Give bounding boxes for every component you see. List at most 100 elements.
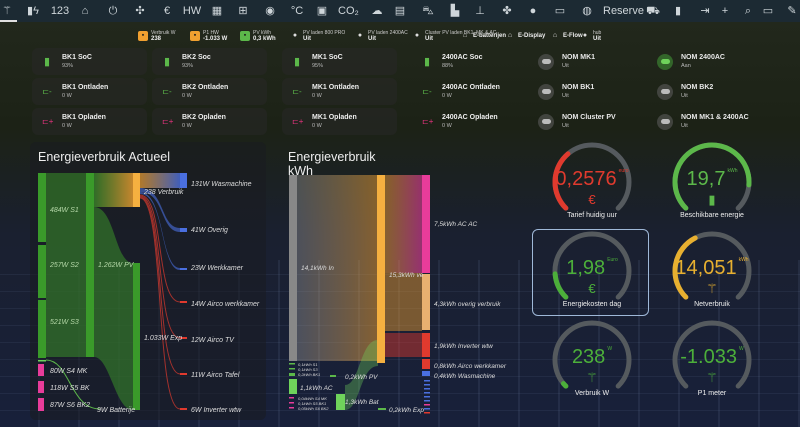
gauge-unit: kWh bbox=[738, 257, 749, 263]
node-werkkamer bbox=[180, 268, 187, 270]
label-airco-werkkamer: 14W Airco werkkamer bbox=[191, 301, 260, 308]
gauge-value-row: -1.033 W bbox=[657, 346, 767, 369]
node-in bbox=[289, 175, 297, 361]
gauge-card[interactable]: 0,2576 euro € Tarief huidig uur bbox=[537, 142, 647, 230]
minor-consumer-node bbox=[424, 384, 430, 386]
label-s2: 257W S2 bbox=[49, 262, 79, 269]
node-overig-verbruik bbox=[422, 274, 430, 330]
node-inverter-wtw bbox=[422, 333, 430, 357]
label-airco-tv: 12W Airco TV bbox=[191, 337, 235, 344]
gauge-value-row: 0,2576 euro bbox=[537, 168, 647, 191]
node-exp-kwh bbox=[378, 408, 386, 410]
node-bk1-kwh bbox=[289, 373, 295, 376]
label-export: 1.033W Exp bbox=[144, 335, 182, 342]
flow-to-overig bbox=[385, 273, 422, 331]
node-ac-ac bbox=[422, 175, 430, 273]
label-verbruik-kwh: 15,3kWh ve bbox=[389, 272, 424, 279]
flow-pv-to-export bbox=[94, 207, 133, 410]
label-verbruik: 238 Verbruik bbox=[143, 189, 184, 196]
node-s2 bbox=[38, 245, 46, 298]
label-pv: 1.262W PV bbox=[98, 262, 135, 269]
node-s6-kwh bbox=[289, 407, 294, 409]
gauge-value: 0,2576 bbox=[555, 168, 617, 190]
gauge-card[interactable]: -1.033 W ⚚ P1 meter bbox=[657, 320, 767, 408]
label-wasmachine: 131W Wasmachine bbox=[191, 181, 252, 188]
node-overig bbox=[180, 228, 187, 232]
node-export bbox=[133, 263, 140, 410]
node-wasmachine-kwh bbox=[422, 371, 430, 376]
flow-to-wasmachine bbox=[140, 173, 180, 188]
gauge-unit: W bbox=[738, 346, 744, 352]
gauge-name: Energiekosten dag bbox=[562, 301, 622, 308]
battery-icon: ▮ bbox=[708, 192, 716, 207]
gauge-card[interactable]: 19,7 kWh ▮ Beschikbare energie bbox=[657, 142, 767, 230]
gauge-name: Tarief huidig uur bbox=[567, 212, 617, 219]
transmission-tower-import-icon: ⚚ bbox=[706, 281, 718, 296]
label-s5: 118W S5 BK bbox=[50, 385, 90, 392]
node-s1-kwh bbox=[289, 363, 295, 365]
node-pv-kwh bbox=[330, 375, 336, 377]
gauge-name: P1 meter bbox=[697, 390, 727, 397]
label-s6-kwh: 0,05kWh S6 BK2 bbox=[298, 406, 329, 411]
gauge-card[interactable]: 238 W ⚚ Verbruik W bbox=[537, 320, 647, 408]
node-airco-tafel bbox=[180, 373, 187, 375]
label-airco-tafel: 11W Airco Tafel bbox=[191, 372, 240, 379]
label-batterij: 9W Batterije bbox=[97, 407, 135, 414]
gauge-value: 19,7 bbox=[686, 168, 726, 190]
euro-icon: € bbox=[588, 281, 596, 296]
node-s3-kwh bbox=[289, 368, 295, 370]
gauge-value: 1,98 bbox=[566, 257, 606, 279]
gauge-unit: Euro bbox=[607, 257, 618, 263]
node-s6 bbox=[38, 398, 44, 411]
minor-consumer-node bbox=[424, 388, 430, 390]
transmission-tower-icon: ⚚ bbox=[706, 370, 718, 385]
gauge-name: Netverbruik bbox=[694, 301, 730, 308]
gauge-card[interactable]: 1,98 Euro € Energiekosten dag bbox=[537, 231, 647, 319]
label-ac-kwh: 1,1kWh AC bbox=[300, 385, 333, 392]
minor-consumer-node bbox=[424, 400, 430, 402]
gauge-name: Verbruik W bbox=[574, 390, 610, 397]
label-bk1-kwh: 0,2kWh BK1 bbox=[298, 372, 320, 377]
node-s3 bbox=[38, 300, 46, 358]
node-s5-kwh bbox=[289, 402, 294, 404]
flow-to-ac-ac bbox=[385, 175, 422, 273]
node-verbruik bbox=[133, 173, 140, 207]
gauge-value: 238 bbox=[571, 346, 606, 368]
node-wasmachine bbox=[180, 173, 187, 188]
gauge-value: 14,051 bbox=[675, 257, 737, 279]
node-s1 bbox=[38, 173, 46, 242]
node-small bbox=[38, 360, 46, 362]
gauge-card[interactable]: 14,051 kWh ⚚ Netverbruik bbox=[657, 231, 767, 319]
minor-consumer-node bbox=[424, 396, 430, 398]
node-s4-kwh bbox=[289, 397, 294, 399]
node-bat-kwh bbox=[336, 394, 345, 410]
minor-consumer-node bbox=[424, 404, 430, 406]
node-pv bbox=[86, 173, 94, 357]
gauge-value-row: 238 W bbox=[537, 346, 647, 369]
minor-consumer-node bbox=[424, 380, 430, 382]
flow-pv-to-verbruik bbox=[94, 173, 133, 207]
label-s1: 484W S1 bbox=[50, 207, 79, 214]
label-s3: 521W S3 bbox=[50, 319, 79, 326]
node-s5 bbox=[38, 381, 44, 393]
minor-consumer-node bbox=[424, 408, 430, 410]
label-wasmachine-kwh: 0,4kWh Wasmachine bbox=[434, 373, 496, 380]
label-overig: 41W Overig bbox=[191, 227, 228, 234]
transmission-tower-icon: ⚚ bbox=[586, 370, 598, 385]
gauge-name: Beschikbare energie bbox=[680, 212, 744, 219]
gauge-unit: kWh bbox=[727, 168, 738, 174]
gauge-unit: W bbox=[607, 346, 613, 352]
node-airco-werkkamer bbox=[180, 301, 187, 303]
label-overig-kwh: 4,3kWh overig verbruik bbox=[434, 301, 501, 308]
label-ac-ac: 7,5kWh AC AC bbox=[434, 221, 478, 228]
label-werkkamer: 23W Werkkamer bbox=[190, 265, 244, 272]
node-inverter bbox=[180, 408, 187, 410]
minor-consumer-node bbox=[424, 392, 430, 394]
label-bat-kwh: 1,3kWh Bat bbox=[345, 399, 380, 406]
gauge-value-row: 19,7 kWh bbox=[657, 168, 767, 191]
gauge-value-row: 14,051 kWh bbox=[657, 257, 767, 280]
gauge-value-row: 1,98 Euro bbox=[537, 257, 647, 280]
node-verbruik-kwh bbox=[377, 175, 385, 363]
label-in: 14,1kWh In bbox=[301, 265, 334, 272]
label-inverter: 6W Inverter wtw bbox=[191, 407, 242, 414]
